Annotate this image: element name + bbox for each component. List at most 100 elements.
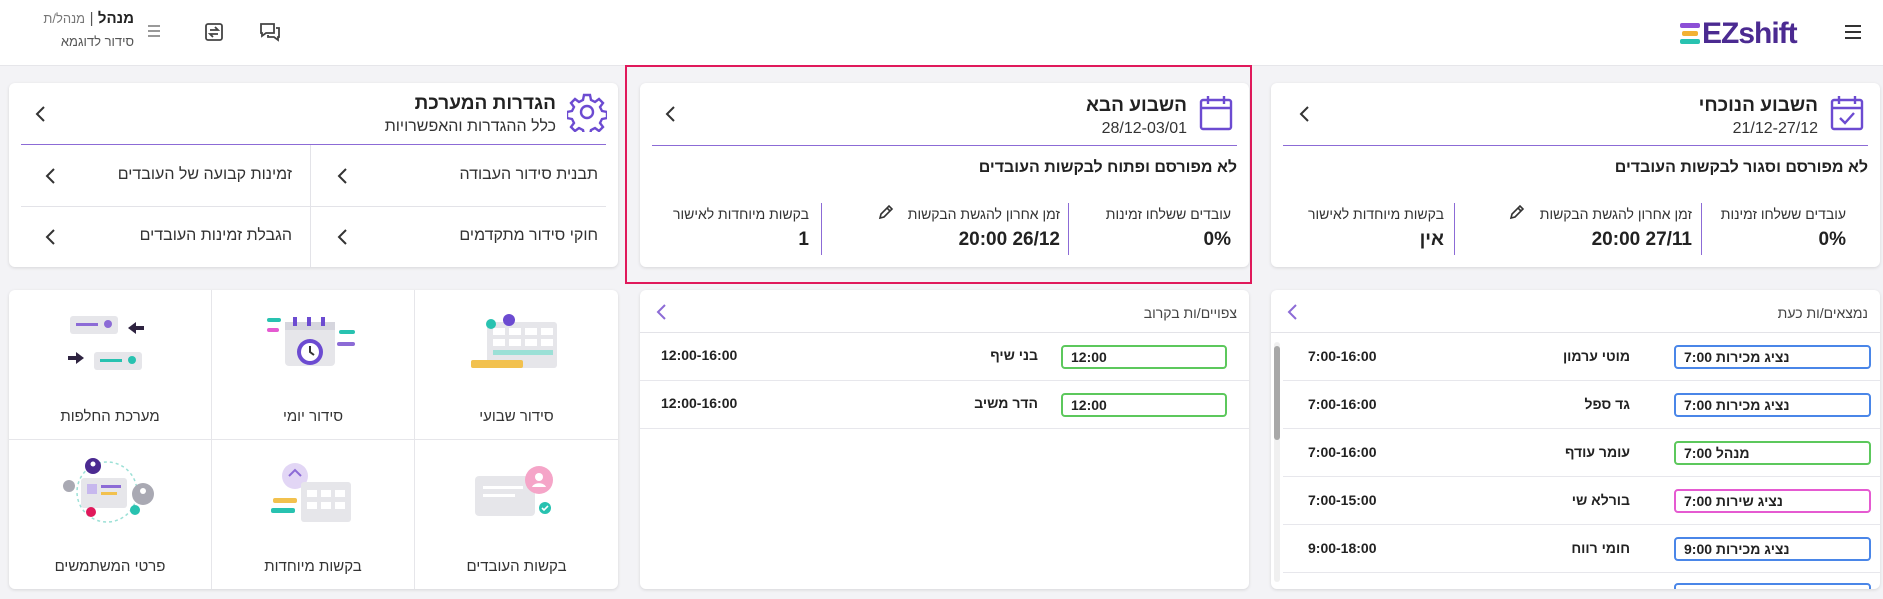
shift-time: 7:00-15:00 bbox=[1308, 492, 1377, 508]
employee-name: בני שיף bbox=[990, 347, 1038, 363]
special-requests-value: 1 bbox=[798, 229, 809, 250]
chevron-left-icon[interactable] bbox=[652, 302, 672, 322]
deadline-value: 27/11 20:00 bbox=[1591, 229, 1692, 250]
shift-badge: נציג מכירות 7:00 bbox=[1674, 345, 1871, 369]
shift-badge-partial bbox=[1674, 583, 1871, 589]
present-now-card[interactable]: נמצאים/ות כעת נציג מכירות 7:00 מוטי ערמו… bbox=[1271, 290, 1880, 589]
shift-time: 7:00-16:00 bbox=[1308, 396, 1377, 412]
settings-item-availability-limit[interactable]: הגבלת זמינות העובדים bbox=[21, 207, 310, 267]
deadline-value: 26/12 20:00 bbox=[958, 229, 1060, 250]
tile-users-details[interactable]: פרטי המשתמשים bbox=[9, 440, 211, 589]
shift-time: 12:00-16:00 bbox=[661, 347, 738, 363]
chevron-left-icon bbox=[333, 227, 353, 247]
user-menu-icon[interactable] bbox=[147, 22, 161, 40]
current-week-dates: 21/12-27/12 bbox=[1732, 120, 1818, 137]
special-requests-value: אין bbox=[1419, 229, 1444, 250]
present-row[interactable]: נציג שירות 7:00 בורלא שי 7:00-15:00 bbox=[1283, 477, 1880, 525]
special-requests-label: בקשות מיוחדות לאישור bbox=[672, 206, 809, 222]
present-row[interactable]: נציג מכירות 7:00 גד ספל 7:00-16:00 bbox=[1283, 381, 1880, 429]
scrollbar-thumb[interactable] bbox=[1274, 346, 1280, 440]
present-heading: נמצאים/ות כעת bbox=[1777, 305, 1868, 321]
shift-time: 9:00-18:00 bbox=[1308, 540, 1377, 556]
hamburger-icon[interactable] bbox=[1843, 22, 1865, 42]
present-row[interactable]: נציג מכירות 7:00 מוטי ערמון 7:00-16:00 bbox=[1283, 333, 1880, 381]
settings-item-label: הגבלת זמינות העובדים bbox=[139, 227, 292, 244]
settings-title: הגדרות המערכת bbox=[414, 93, 556, 114]
tile-label: סידור שבועי bbox=[479, 408, 554, 425]
divider bbox=[1283, 145, 1868, 146]
employee-requests-icon bbox=[475, 466, 553, 516]
chat-icon[interactable] bbox=[258, 21, 282, 43]
weekly-schedule-icon bbox=[471, 314, 557, 368]
shift-badge: נציג שירות 7:00 bbox=[1674, 489, 1871, 513]
next-week-card[interactable]: השבוע הבא 28/12-03/01 לא מפורסם ופתוח לב… bbox=[640, 83, 1249, 267]
current-week-title: השבוע הנוכחי bbox=[1698, 95, 1818, 116]
upcoming-card[interactable]: צפויים/ות בקרוב 12:00 בני שיף 12:00-16:0… bbox=[640, 290, 1249, 589]
employee-name: מוטי ערמון bbox=[1562, 348, 1630, 364]
shift-time: 7:00-16:00 bbox=[1308, 348, 1377, 364]
sent-availability-value: 0% bbox=[1818, 229, 1846, 250]
employee-name: הדר משיב bbox=[974, 395, 1038, 411]
shift-time: 7:00-16:00 bbox=[1308, 444, 1377, 460]
special-requests-label: בקשות מיוחדות לאישור bbox=[1307, 206, 1444, 222]
settings-item-label: זמינות קבועה של העובדים bbox=[117, 166, 292, 183]
upcoming-row[interactable]: 12:00 הדר משיב 12:00-16:00 bbox=[640, 381, 1249, 429]
current-week-status: לא מפורסם וסגור לבקשות העובדים bbox=[1614, 159, 1868, 176]
ezshift-logo[interactable]: EZshift bbox=[1680, 17, 1815, 51]
deadline-label: זמן אחרון להגשת הבקשות bbox=[1539, 206, 1692, 222]
chevron-left-icon[interactable] bbox=[661, 104, 681, 124]
user-info[interactable]: מנהל | מנהל/ת bbox=[30, 10, 134, 28]
daily-schedule-icon bbox=[267, 317, 355, 366]
current-week-card[interactable]: השבוע הנוכחי 21/12-27/12 לא מפורסם וסגור… bbox=[1271, 83, 1880, 267]
settings-item-fixed-availability[interactable]: זמינות קבועה של העובדים bbox=[21, 145, 310, 206]
separator: | bbox=[89, 10, 94, 27]
employee-name: בורלא שי bbox=[1571, 492, 1630, 508]
present-row[interactable]: מנהל 7:00 עומר עודף 7:00-16:00 bbox=[1283, 429, 1880, 477]
chevron-left-icon bbox=[333, 166, 353, 186]
gear-icon bbox=[565, 92, 609, 137]
shift-badge: נציג מכירות 7:00 bbox=[1674, 393, 1871, 417]
tile-label: סידור יומי bbox=[282, 408, 344, 425]
tile-swap-system[interactable]: מערכת החלפות bbox=[9, 290, 211, 439]
stat-divider bbox=[821, 203, 822, 255]
stat-divider bbox=[1068, 203, 1069, 255]
schedule-name[interactable]: סידור לדוגמא bbox=[30, 34, 134, 49]
edit-pencil-icon[interactable] bbox=[878, 204, 894, 220]
logo-text: EZshift bbox=[1702, 17, 1798, 50]
next-week-dates: 28/12-03/01 bbox=[1101, 120, 1187, 137]
chevron-left-icon bbox=[41, 227, 61, 247]
tile-employee-requests[interactable]: בקשות העובדים bbox=[415, 440, 618, 589]
tile-label: פרטי המשתמשים bbox=[54, 558, 166, 575]
swap-icon[interactable] bbox=[203, 21, 225, 43]
chevron-left-icon[interactable] bbox=[31, 104, 51, 124]
chevron-left-icon[interactable] bbox=[1283, 302, 1303, 322]
edit-pencil-icon[interactable] bbox=[1509, 204, 1525, 220]
tile-daily-schedule[interactable]: סידור יומי bbox=[212, 290, 414, 439]
settings-item-label: חוקי סידור מתקדמים bbox=[459, 227, 598, 244]
chevron-left-icon[interactable] bbox=[1295, 104, 1315, 124]
tile-weekly-schedule[interactable]: סידור שבועי bbox=[415, 290, 618, 439]
calendar-icon bbox=[1198, 94, 1234, 132]
shift-badge: מנהל 7:00 bbox=[1674, 441, 1871, 465]
present-row[interactable]: נציג מכירות 9:00 חומי רווח 9:00-18:00 bbox=[1283, 525, 1880, 573]
settings-subtitle: כלל ההגדרות והאפשרויות bbox=[384, 118, 556, 135]
special-requests-icon bbox=[271, 463, 351, 522]
top-bar: EZshift מנהל | מנהל/ת סידור לדוגמא bbox=[0, 0, 1883, 66]
upcoming-heading: צפויים/ות בקרוב bbox=[1143, 305, 1237, 321]
stat-divider bbox=[1701, 203, 1702, 255]
settings-item-advanced-rules[interactable]: חוקי סידור מתקדמים bbox=[311, 207, 606, 267]
employee-name: גד ספל bbox=[1584, 396, 1630, 412]
next-week-status: לא מפורסם ופתוח לבקשות העובדים bbox=[978, 159, 1237, 176]
employee-name: חומי רווח bbox=[1571, 540, 1630, 556]
upcoming-row[interactable]: 12:00 בני שיף 12:00-16:00 bbox=[640, 333, 1249, 381]
swap-system-icon bbox=[68, 316, 144, 370]
settings-item-work-template[interactable]: תבנית סידור העבודה bbox=[311, 145, 606, 206]
shift-badge: 12:00 bbox=[1061, 393, 1227, 417]
settings-item-label: תבנית סידור העבודה bbox=[459, 166, 598, 183]
users-details-icon bbox=[63, 458, 154, 523]
user-name: מנהל bbox=[97, 10, 134, 27]
employee-name: עומר עודף bbox=[1564, 444, 1630, 460]
tile-special-requests[interactable]: בקשות מיוחדות bbox=[212, 440, 414, 589]
system-settings-card[interactable]: הגדרות המערכת כלל ההגדרות והאפשרויות תבנ… bbox=[9, 83, 618, 267]
stat-divider bbox=[1454, 203, 1455, 255]
